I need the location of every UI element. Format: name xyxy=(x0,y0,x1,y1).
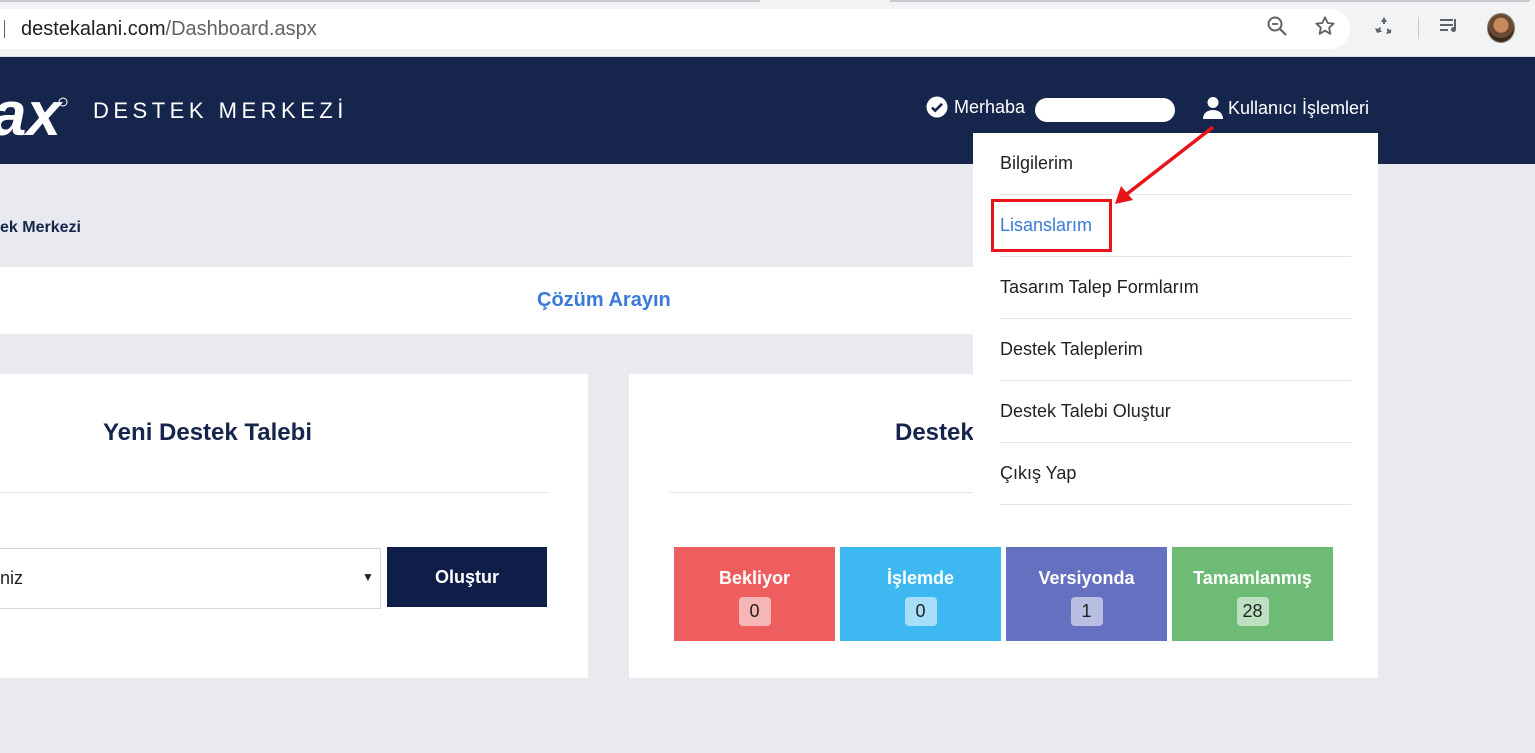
greeting: Merhaba xyxy=(926,96,1025,118)
address-bar[interactable]: destekalani.com/Dashboard.aspx xyxy=(0,9,1350,49)
url-domain: destekalani.com xyxy=(21,18,166,40)
menu-item-label: Destek Taleplerim xyxy=(1000,339,1143,359)
search-solution-link[interactable]: Çözüm Arayın xyxy=(537,289,671,312)
breadcrumb[interactable]: ek Merkezi xyxy=(0,219,81,237)
create-button[interactable]: Oluştur xyxy=(387,547,547,607)
stat-label: Bekliyor xyxy=(718,568,791,588)
menu-item-my-tickets[interactable]: Destek Taleplerim xyxy=(1000,319,1351,381)
menu-item-label: Bilgilerim xyxy=(1000,153,1074,173)
stat-count: 0 xyxy=(904,597,937,626)
toolbar-divider xyxy=(1418,17,1419,39)
product-select-value: niz xyxy=(0,568,24,588)
recycle-extension-icon[interactable] xyxy=(1372,14,1396,38)
profile-avatar[interactable] xyxy=(1487,13,1515,43)
product-select[interactable]: niz ▼ xyxy=(0,548,381,609)
url-text: destekalani.com/Dashboard.aspx xyxy=(21,18,317,41)
tab-edge xyxy=(890,0,1530,4)
caret-down-icon: ▼ xyxy=(362,570,374,584)
tab-edge xyxy=(0,0,760,4)
menu-item-label: Tasarım Talep Formlarım xyxy=(1000,277,1199,297)
stat-in-version[interactable]: Versiyonda 1 xyxy=(1006,547,1167,641)
menu-item-design-forms[interactable]: Tasarım Talep Formlarım xyxy=(1000,257,1351,319)
annotation-arrow-icon xyxy=(1115,125,1215,204)
media-playlist-icon[interactable] xyxy=(1438,14,1462,38)
bookmark-star-icon[interactable] xyxy=(1313,14,1337,38)
stat-pending[interactable]: Bekliyor 0 xyxy=(674,547,835,641)
stat-count: 1 xyxy=(1070,597,1103,626)
user-menu-toggle[interactable]: Kullanıcı İşlemleri xyxy=(1203,96,1369,120)
browser-toolbar: destekalani.com/Dashboard.aspx xyxy=(0,0,1535,57)
user-icon xyxy=(1203,97,1223,119)
tickets-title: Destek xyxy=(895,419,974,446)
zoom-icon[interactable] xyxy=(1265,14,1289,38)
card-divider xyxy=(0,492,548,493)
menu-item-create-ticket[interactable]: Destek Talebi Oluştur xyxy=(1000,381,1351,443)
user-menu-label: Kullanıcı İşlemleri xyxy=(1228,97,1370,118)
brand-title: DESTEK MERKEZİ xyxy=(93,98,348,123)
address-separator xyxy=(4,20,5,38)
url-path: /Dashboard.aspx xyxy=(165,18,317,40)
check-circle-icon xyxy=(926,96,948,118)
stat-label: Versiyonda xyxy=(1038,568,1135,588)
menu-item-label: Çıkış Yap xyxy=(1000,463,1077,483)
stat-label: İşlemde xyxy=(886,568,955,588)
logo-text: ax xyxy=(0,80,63,140)
stat-label: Tamamlanmış xyxy=(1193,568,1312,588)
logo[interactable]: ax xyxy=(0,78,70,149)
menu-item-label: Destek Talebi Oluştur xyxy=(1000,401,1171,421)
menu-item-logout[interactable]: Çıkış Yap xyxy=(1000,443,1351,505)
stat-completed[interactable]: Tamamlanmış 28 xyxy=(1172,547,1333,641)
annotation-highlight-box xyxy=(991,199,1112,252)
card-divider xyxy=(669,492,989,493)
new-ticket-title: Yeni Destek Talebi xyxy=(103,419,312,446)
stat-count: 28 xyxy=(1236,597,1269,626)
stat-count: 0 xyxy=(738,597,771,626)
stat-in-progress[interactable]: İşlemde 0 xyxy=(840,547,1001,641)
greeting-text: Merhaba xyxy=(954,96,1026,117)
